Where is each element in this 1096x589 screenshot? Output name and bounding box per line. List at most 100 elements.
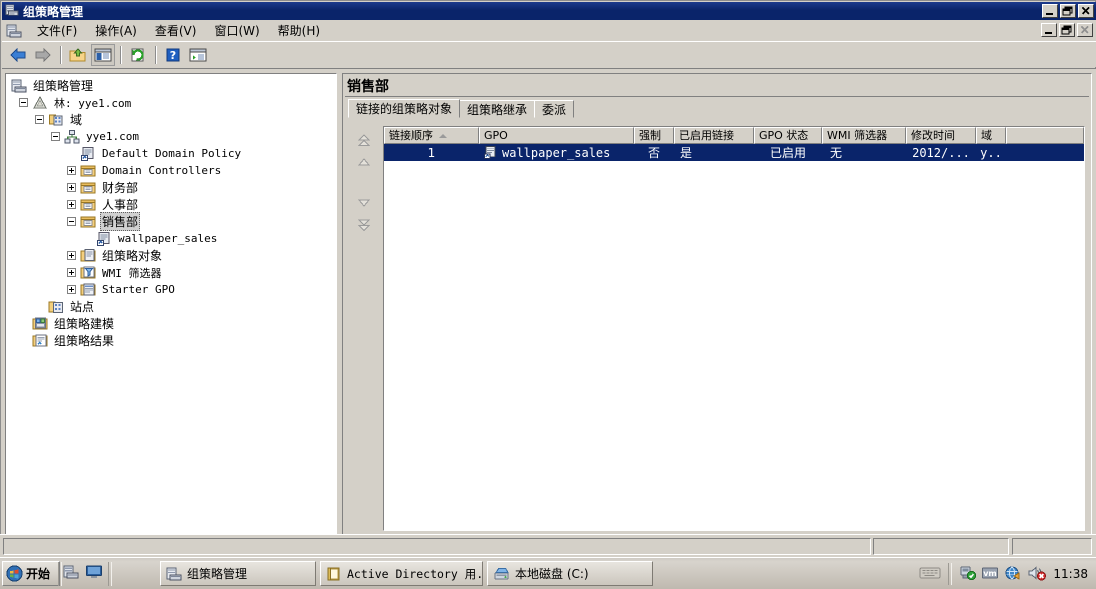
show-tree-icon[interactable] [91, 43, 115, 66]
move-down-button[interactable] [351, 192, 377, 214]
cell-gpo-label: wallpaper_sales [502, 145, 611, 160]
modeling-icon [32, 316, 48, 332]
close-button[interactable] [1078, 4, 1094, 18]
mdi-minimize-button[interactable] [1041, 23, 1057, 37]
server-manager-icon[interactable] [62, 563, 80, 581]
show-desktop-icon[interactable] [85, 563, 103, 581]
starter-gpo-icon [80, 282, 96, 298]
move-up-button[interactable] [351, 152, 377, 174]
start-button[interactable]: 开始 [2, 561, 60, 586]
console-tree[interactable]: 组策略管理 林: yye1.com 域 yye1.com Default Dom… [5, 73, 337, 541]
collapse-icon[interactable] [19, 98, 28, 107]
refresh-icon[interactable] [126, 44, 150, 66]
expand-icon[interactable] [67, 183, 76, 192]
table-row[interactable]: 1 wallpaper_sales 否 是 已启用 无 2012/... y.. [384, 144, 1084, 161]
up-folder-icon[interactable] [66, 44, 90, 66]
tree-node-domains[interactable]: 域 [9, 111, 243, 128]
expand-icon[interactable] [67, 251, 76, 260]
column-header-gpo-status[interactable]: GPO 状态 [754, 127, 822, 144]
back-icon[interactable] [6, 44, 30, 66]
tree-node-ou-finance[interactable]: 财务部 [9, 179, 243, 196]
tree-node-gp-modeling[interactable]: 组策略建模 [9, 315, 243, 332]
column-header-link-enabled[interactable]: 已启用链接 [674, 127, 754, 144]
forward-icon[interactable] [31, 44, 55, 66]
windows-update-icon[interactable] [1003, 565, 1023, 584]
column-header-label: WMI 筛选器 [827, 128, 888, 142]
toolbar-separator [60, 45, 62, 64]
network-ok-icon[interactable] [959, 565, 977, 584]
tree-node-starter-gpo[interactable]: Starter GPO [9, 281, 243, 298]
menu-action[interactable]: 操作(A) [86, 20, 146, 41]
collapse-icon[interactable] [35, 115, 44, 124]
start-button-label: 开始 [26, 567, 51, 581]
column-header-label: 已启用链接 [679, 128, 734, 142]
tree-node-forest[interactable]: 林: yye1.com [9, 94, 243, 111]
linked-gpo-list[interactable]: 链接顺序 GPO 强制 已启用链接 GPO 状态 WMI 筛选器 修改时间 域 … [383, 126, 1085, 531]
move-to-bottom-button[interactable] [351, 214, 377, 236]
tree-node-label: 组策略结果 [54, 334, 115, 348]
tab-delegation[interactable]: 委派 [534, 100, 575, 118]
svg-text:vm: vm [984, 569, 998, 578]
tree-node-gpo-wallpaper-sales[interactable]: wallpaper_sales [9, 230, 243, 247]
tree-node-ou-hr[interactable]: 人事部 [9, 196, 243, 213]
taskbar-item-local-disk[interactable]: 本地磁盘 (C:) [487, 561, 653, 586]
tree-node-gpmc[interactable]: 组策略管理 [9, 77, 243, 94]
tree-node-domain-yye1[interactable]: yye1.com [9, 128, 243, 145]
statusbar-pane-main [3, 538, 871, 555]
column-header-gpo[interactable]: GPO [479, 127, 634, 144]
cell-gpo: wallpaper_sales [479, 144, 634, 161]
statusbar-pane-secondary [873, 538, 1009, 555]
mdi-restore-button[interactable] [1059, 23, 1075, 37]
properties-icon[interactable] [186, 44, 210, 66]
vm-tools-icon[interactable]: vm [981, 565, 999, 584]
tree-node-label: Default Domain Policy [102, 147, 242, 160]
menu-window[interactable]: 窗口(W) [205, 20, 268, 41]
column-header-label: GPO [484, 128, 508, 142]
cell-wmi-filter: 无 [830, 146, 843, 160]
column-header-filler[interactable] [1006, 127, 1084, 144]
menu-file[interactable]: 文件(F) [28, 20, 86, 41]
tree-node-sites[interactable]: 站点 [9, 298, 243, 315]
wmi-filter-icon [80, 265, 96, 281]
window-titlebar[interactable]: 组策略管理 [2, 2, 1096, 20]
expand-icon[interactable] [67, 268, 76, 277]
tree-root: 组策略管理 林: yye1.com 域 yye1.com Default Dom… [6, 74, 243, 349]
tree-node-default-domain-policy[interactable]: Default Domain Policy [9, 145, 243, 162]
expand-icon[interactable] [67, 200, 76, 209]
tab-linked-gpos[interactable]: 链接的组策略对象 [348, 99, 461, 118]
help-icon[interactable]: ? [161, 44, 185, 66]
menu-view[interactable]: 查看(V) [146, 20, 206, 41]
taskbar-clock[interactable]: 11:38 [1049, 567, 1096, 581]
expand-icon[interactable] [67, 285, 76, 294]
minimize-button[interactable] [1042, 4, 1058, 18]
move-to-top-button[interactable] [351, 130, 377, 152]
volume-muted-icon[interactable] [1027, 565, 1047, 584]
gpmc-icon [5, 3, 19, 20]
collapse-icon[interactable] [51, 132, 60, 141]
column-header-wmi-filter[interactable]: WMI 筛选器 [822, 127, 906, 144]
column-header-modified[interactable]: 修改时间 [906, 127, 976, 144]
tree-node-ou-sales[interactable]: 销售部 [9, 212, 243, 231]
collapse-icon[interactable] [67, 217, 76, 226]
restore-button[interactable] [1060, 4, 1076, 18]
tree-node-label: 组策略管理 [33, 79, 94, 93]
tree-node-gp-results[interactable]: 组策略结果 [9, 332, 243, 349]
tab-gpo-inheritance[interactable]: 组策略继承 [459, 100, 536, 118]
column-header-link-order[interactable]: 链接顺序 [384, 127, 479, 144]
keyboard-layout-icon[interactable] [919, 565, 941, 584]
ou-icon [80, 214, 96, 230]
taskbar-item-active-directory[interactable]: Active Directory 用... [320, 561, 483, 586]
menu-help[interactable]: 帮助(H) [269, 20, 329, 41]
adsi-icon [326, 566, 342, 582]
column-header-domain[interactable]: 域 [976, 127, 1006, 144]
column-header-enforced[interactable]: 强制 [634, 127, 674, 144]
sort-ascending-icon [439, 133, 447, 138]
gpo-link-icon [96, 231, 112, 247]
tree-node-gpo-objects[interactable]: 组策略对象 [9, 247, 243, 264]
tree-node-domain-controllers[interactable]: Domain Controllers [9, 162, 243, 179]
taskbar-item-gpmc[interactable]: 组策略管理 [160, 561, 316, 586]
quick-launch [62, 563, 103, 581]
expand-icon[interactable] [67, 166, 76, 175]
tree-node-wmi-filters[interactable]: WMI 筛选器 [9, 264, 243, 281]
sites-icon [48, 299, 64, 315]
